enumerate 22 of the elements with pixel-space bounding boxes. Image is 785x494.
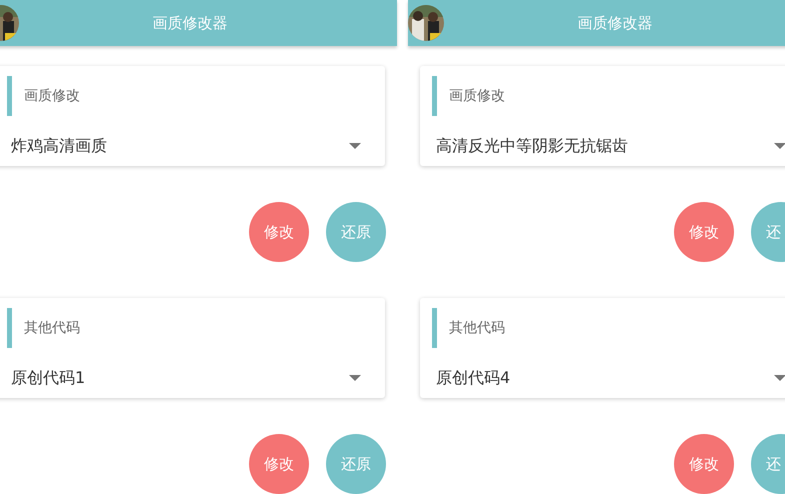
dropdown[interactable]: 高清反光中等阴影无抗锯齿 (420, 126, 785, 166)
section-heading: 其他代码 (449, 319, 505, 337)
caret-icon (774, 143, 785, 149)
caret-icon (349, 143, 361, 149)
dropdown[interactable]: 炸鸡高清画质 (0, 126, 385, 166)
section-heading: 画质修改 (24, 87, 80, 105)
restore-button[interactable]: 还 (751, 434, 785, 494)
app-title: 画质修改器 (578, 14, 652, 32)
restore-button[interactable]: 还原 (326, 434, 386, 494)
apply-button[interactable]: 修改 (674, 434, 734, 494)
dropdown[interactable]: 原创代码1 (0, 358, 385, 398)
apply-button[interactable]: 修改 (249, 202, 309, 262)
apply-button[interactable]: 修改 (249, 434, 309, 494)
apply-button[interactable]: 修改 (674, 202, 734, 262)
section-heading: 画质修改 (449, 87, 505, 105)
section-heading: 其他代码 (24, 319, 80, 337)
restore-button[interactable]: 还原 (326, 202, 386, 262)
caret-icon (774, 375, 785, 381)
caret-icon (349, 375, 361, 381)
app-title: 画质修改器 (152, 14, 228, 32)
dropdown[interactable]: 原创代码4 (420, 358, 785, 398)
restore-button[interactable]: 还 (751, 202, 785, 262)
